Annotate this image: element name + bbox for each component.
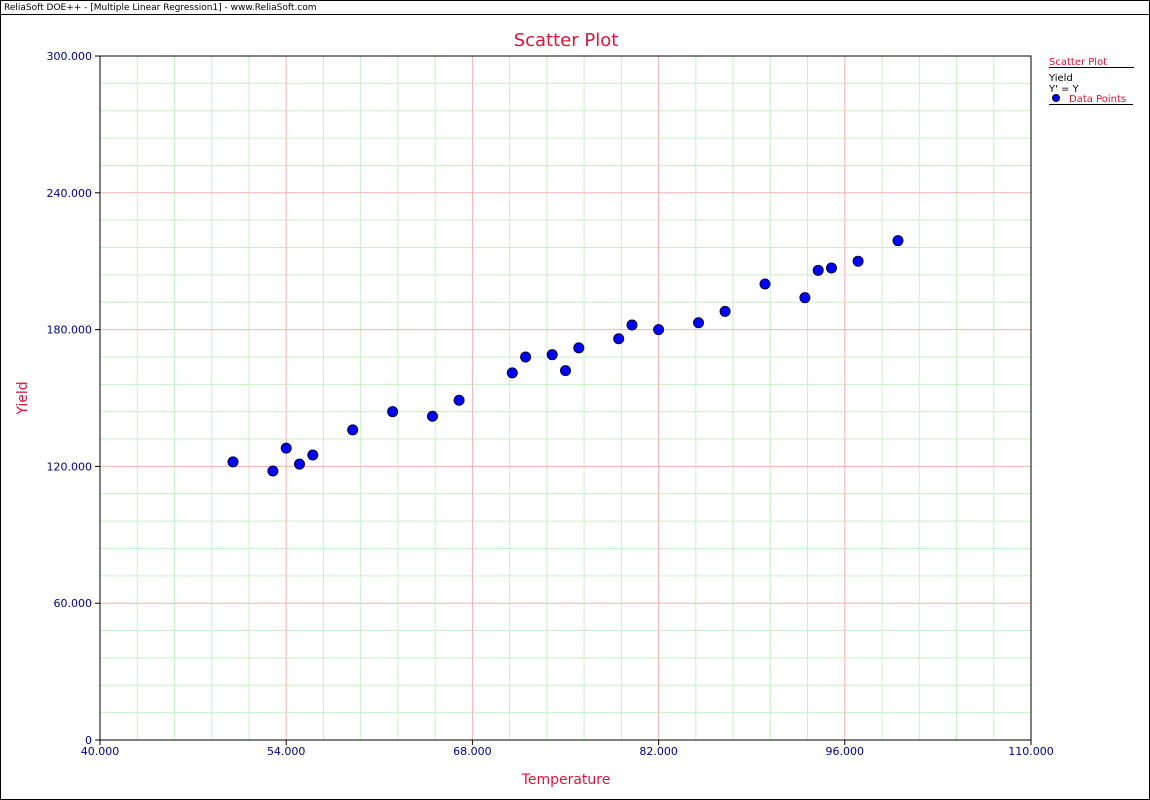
y-tick-label: 300.000 — [47, 50, 93, 63]
data-point — [427, 410, 438, 422]
legend: Scatter Plot Yield Y' = Y Data Points — [1048, 57, 1134, 105]
data-point — [626, 319, 638, 331]
grid — [100, 56, 1031, 740]
legend-title: Scatter Plot — [1049, 57, 1107, 68]
data-point — [227, 456, 239, 468]
legend-entry-label: Data Points — [1069, 94, 1126, 105]
x-axis-label: Temperature — [521, 772, 611, 788]
x-tick-label: 68.000 — [453, 745, 492, 758]
legend-marker-icon — [1052, 94, 1060, 102]
y-tick-label: 240.000 — [47, 187, 93, 200]
data-point — [653, 324, 665, 336]
data-point — [693, 317, 704, 329]
data-point — [280, 442, 292, 454]
plot-area — [99, 55, 1032, 741]
x-tick-label: 96.000 — [826, 745, 865, 758]
data-point — [387, 406, 399, 418]
y-axis-label: Yield — [15, 381, 31, 415]
data-point — [573, 342, 585, 354]
y-tick-label: 60.000 — [54, 597, 93, 610]
chart-title: Scatter Plot — [514, 30, 619, 51]
data-point — [892, 235, 904, 247]
x-tick-label: 110.000 — [1008, 745, 1054, 758]
data-point — [294, 458, 305, 470]
data-point — [453, 394, 465, 406]
y-tick-label: 120.000 — [47, 460, 93, 473]
data-point — [560, 365, 571, 377]
data-point — [759, 278, 771, 290]
data-point — [546, 349, 558, 361]
data-point — [347, 424, 359, 436]
y-tick-label: 0 — [85, 734, 92, 747]
axis-ticks: 40.000 54.000 68.000 82.000 96.000 110.000060… — [47, 50, 1054, 758]
scatter-chart: 40.000 54.000 68.000 82.000 96.000 110.000060… — [15, 30, 1134, 788]
data-point — [812, 264, 824, 276]
data-point — [852, 255, 864, 267]
data-point — [506, 367, 518, 379]
data-point — [826, 262, 837, 274]
data-point — [520, 351, 532, 363]
data-point — [719, 305, 731, 317]
x-tick-label: 54.000 — [267, 745, 306, 758]
data-point — [613, 333, 625, 345]
x-tick-label: 82.000 — [639, 745, 678, 758]
data-point — [799, 292, 811, 304]
legend-series-header: Yield — [1048, 73, 1073, 84]
data-point — [267, 465, 279, 477]
data-point — [307, 449, 319, 461]
y-tick-label: 180.000 — [47, 324, 93, 337]
data-points — [227, 235, 904, 477]
